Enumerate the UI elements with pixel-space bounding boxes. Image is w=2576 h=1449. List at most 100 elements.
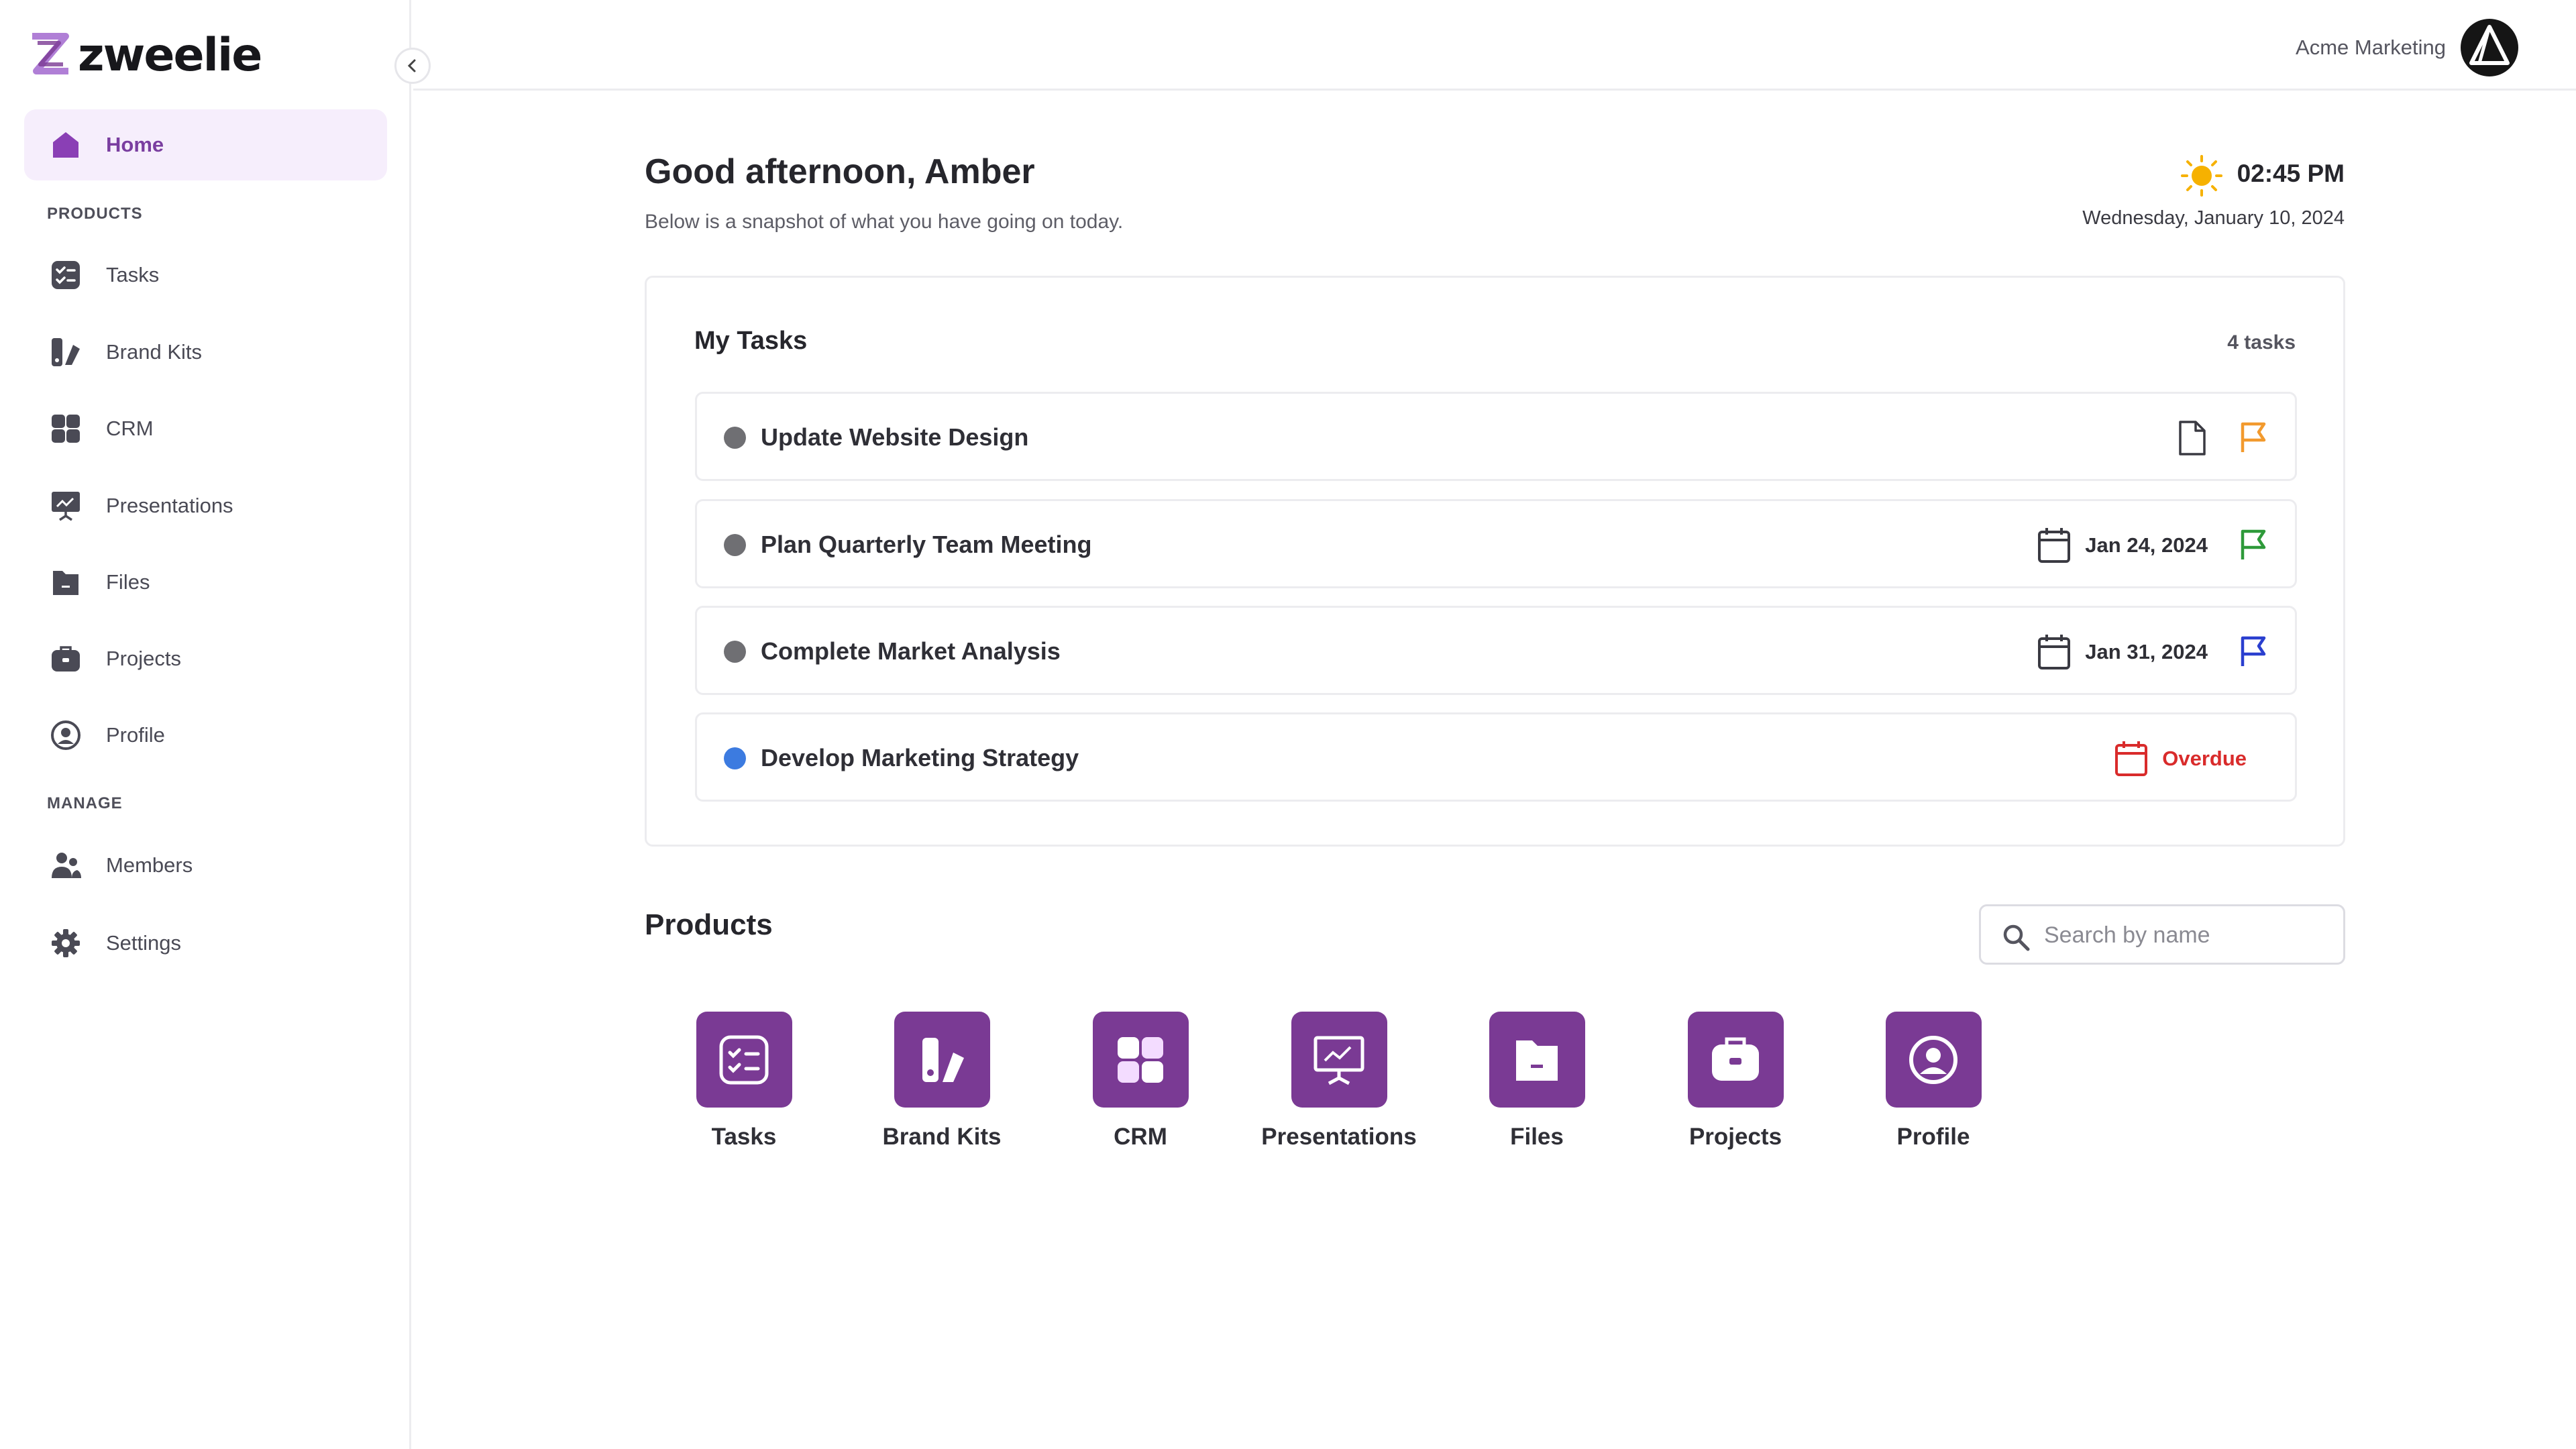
sidebar-item-home[interactable]: Home (24, 109, 387, 180)
sidebar-item-label: Members (106, 853, 193, 877)
sidebar-item-files[interactable]: Files (24, 547, 387, 618)
sidebar-item-label: Presentations (106, 494, 233, 517)
sidebar-item-label: CRM (106, 417, 154, 440)
search-icon (2003, 924, 2030, 951)
task-due-date: Jan 24, 2024 (2085, 533, 2208, 557)
sidebar-item-settings[interactable]: Settings (24, 908, 387, 979)
chevron-left-icon (407, 59, 416, 72)
product-label: Projects (1688, 1124, 1782, 1150)
task-due-date: Jan 31, 2024 (2085, 640, 2208, 663)
task-row[interactable]: Update Website Design (695, 392, 2297, 481)
sidebar-item-members[interactable]: Members (24, 830, 387, 901)
products-title: Products (645, 908, 773, 941)
settings-icon (48, 926, 83, 961)
priority-flag-icon[interactable] (2239, 421, 2268, 455)
logo[interactable]: zweelie (28, 29, 262, 82)
section-label-manage: MANAGE (47, 794, 123, 812)
calendar-icon (2115, 741, 2148, 776)
product-search (1979, 904, 2345, 965)
sidebar-item-label: Home (106, 133, 164, 156)
sidebar-item-label: Settings (106, 931, 182, 955)
task-row[interactable]: Develop Marketing Strategy Overdue (695, 712, 2297, 802)
greeting-title: Good afternoon, Amber (645, 152, 1035, 191)
product-tile[interactable] (1092, 1012, 1189, 1108)
org-name[interactable]: Acme Marketing (2296, 36, 2446, 60)
sidebar-item-tasks[interactable]: Tasks (24, 239, 387, 311)
profile-icon (1909, 1035, 1957, 1084)
search-input[interactable] (2044, 916, 2326, 955)
product-label: Brand Kits (882, 1124, 1002, 1150)
sidebar-item-crm[interactable]: CRM (24, 393, 387, 464)
tasks-icon (48, 258, 83, 292)
current-date: Wednesday, January 10, 2024 (2082, 207, 2345, 229)
crm-icon (48, 411, 83, 446)
product-profile[interactable]: Profile (1846, 1012, 2021, 1166)
my-tasks-title: My Tasks (694, 327, 808, 355)
product-tile[interactable] (1489, 1012, 1585, 1108)
priority-flag-icon[interactable] (2239, 635, 2268, 669)
task-status-dot[interactable] (724, 747, 746, 769)
sidebar-item-brand-kits[interactable]: Brand Kits (24, 317, 387, 388)
product-tile[interactable] (894, 1012, 990, 1108)
profile-icon (48, 718, 83, 753)
task-overdue-label: Overdue (2162, 747, 2247, 770)
task-name[interactable]: Develop Marketing Strategy (761, 744, 1079, 772)
sidebar-item-label: Tasks (106, 263, 160, 286)
sun-icon (2181, 155, 2222, 197)
sidebar-item-label: Profile (106, 723, 165, 747)
task-name[interactable]: Complete Market Analysis (761, 637, 1061, 665)
task-status-dot[interactable] (724, 534, 746, 556)
sidebar-item-label: Brand Kits (106, 340, 203, 364)
priority-flag-icon[interactable] (2239, 529, 2268, 562)
product-tile[interactable] (1291, 1012, 1387, 1108)
task-status-dot[interactable] (724, 427, 746, 449)
sidebar-item-label: Files (106, 570, 150, 594)
presentations-icon (48, 488, 83, 523)
product-projects[interactable]: Projects (1648, 1012, 1823, 1166)
task-name[interactable]: Plan Quarterly Team Meeting (761, 531, 1091, 559)
org-avatar-icon[interactable] (2459, 17, 2520, 78)
sidebar-item-presentations[interactable]: Presentations (24, 470, 387, 541)
task-name[interactable]: Update Website Design (761, 423, 1028, 451)
product-presentations[interactable]: Presentations (1252, 1012, 1426, 1166)
members-icon (48, 848, 83, 883)
files-icon (48, 565, 83, 600)
section-label-products: PRODUCTS (47, 205, 143, 223)
crm-icon (1118, 1036, 1163, 1083)
app-root: zweelie Home PRODUCTS Tasks Brand Kits C… (0, 0, 2576, 1449)
greeting-subtitle: Below is a snapshot of what you have goi… (645, 211, 1124, 233)
sidebar-item-projects[interactable]: Projects (24, 623, 387, 694)
sidebar: zweelie Home PRODUCTS Tasks Brand Kits C… (0, 0, 411, 1449)
task-status-dot[interactable] (724, 641, 746, 663)
sidebar-item-label: Projects (106, 647, 181, 670)
my-tasks-card: My Tasks 4 tasks Update Website Design P… (645, 276, 2345, 847)
task-meta: Overdue (2114, 739, 2268, 779)
projects-icon (48, 641, 83, 676)
product-tile[interactable] (1687, 1012, 1784, 1108)
top-bar: Acme Marketing (413, 0, 2576, 91)
product-files[interactable]: Files (1450, 1012, 1624, 1166)
product-tile[interactable] (1885, 1012, 1982, 1108)
product-label: CRM (1114, 1124, 1167, 1150)
product-label: Tasks (711, 1124, 777, 1150)
product-label: Presentations (1261, 1124, 1417, 1150)
task-row[interactable]: Complete Market Analysis Jan 31, 2024 (695, 606, 2297, 695)
collapse-sidebar-button[interactable] (394, 48, 431, 84)
calendar-icon (2038, 528, 2071, 563)
task-count: 4 tasks (2227, 331, 2296, 354)
document-icon[interactable] (2177, 420, 2208, 456)
current-time: 02:45 PM (2237, 160, 2345, 187)
brand-name: zweelie (78, 29, 262, 82)
home-icon (48, 127, 83, 162)
tasks-icon (719, 1035, 769, 1084)
product-crm[interactable]: CRM (1053, 1012, 1228, 1166)
sidebar-item-profile[interactable]: Profile (24, 700, 387, 771)
product-tasks[interactable]: Tasks (657, 1012, 831, 1166)
product-tile[interactable] (696, 1012, 792, 1108)
brand-kits-icon (922, 1037, 964, 1082)
task-row[interactable]: Plan Quarterly Team Meeting Jan 24, 2024 (695, 499, 2297, 588)
files-icon (1516, 1040, 1558, 1081)
product-brand-kits[interactable]: Brand Kits (855, 1012, 1029, 1166)
presentations-icon (1313, 1036, 1364, 1085)
projects-icon (1712, 1037, 1759, 1081)
